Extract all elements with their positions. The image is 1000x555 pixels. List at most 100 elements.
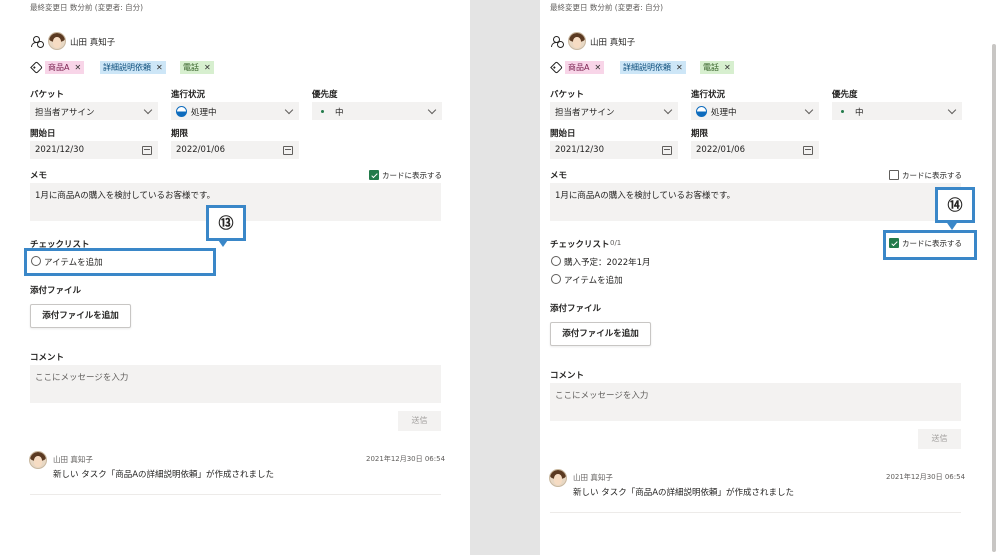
- bucket-label: バケット: [30, 90, 65, 100]
- start-date-value: 2021/12/30: [555, 145, 604, 155]
- chevron-down-icon: [663, 105, 673, 115]
- checklist-label: チェックリスト: [550, 240, 610, 250]
- calendar-icon[interactable]: [803, 146, 813, 155]
- progress-select[interactable]: 処理中: [691, 102, 819, 120]
- add-attachment-button[interactable]: 添付ファイルを追加: [30, 304, 131, 328]
- tag-icon: [30, 61, 43, 74]
- comment-label: コメント: [550, 371, 585, 381]
- due-date-value: 2022/01/06: [696, 145, 745, 155]
- close-icon[interactable]: ✕: [74, 63, 81, 72]
- priority-dot-icon: [841, 110, 844, 113]
- progress-select[interactable]: 処理中: [171, 102, 299, 120]
- start-date-field[interactable]: 2021/12/30: [550, 141, 678, 159]
- close-icon[interactable]: ✕: [204, 63, 211, 72]
- add-item-input[interactable]: アイテムを追加: [564, 274, 623, 286]
- chevron-down-icon: [284, 105, 294, 115]
- start-date-label: 開始日: [550, 129, 576, 139]
- checklist-item-text[interactable]: 購入予定：2022年1月: [564, 256, 651, 268]
- memo-show-on-card-label: カードに表示する: [382, 171, 442, 180]
- send-button[interactable]: 送信: [918, 429, 961, 449]
- bucket-value: 担当者アサイン: [35, 108, 95, 118]
- right-task-panel: 最終変更日 数分前 (変更者: 自分) 山田 真知子 商品A ✕ 詳細説明依頼 ✕ …: [540, 0, 1000, 555]
- chevron-down-icon: [143, 105, 153, 115]
- comment-placeholder: ここにメッセージを入力: [555, 391, 649, 401]
- priority-value: 中: [335, 108, 344, 118]
- tag-label: 詳細説明依頼: [103, 63, 151, 72]
- bucket-select[interactable]: 担当者アサイン: [30, 102, 158, 120]
- activity-name: 山田 真知子: [53, 455, 93, 464]
- memo-show-on-card-checkbox[interactable]: [889, 170, 899, 180]
- tag-product-a[interactable]: 商品A ✕: [565, 61, 605, 74]
- calendar-icon[interactable]: [662, 146, 672, 155]
- close-icon[interactable]: ✕: [724, 63, 731, 72]
- calendar-icon[interactable]: [283, 146, 293, 155]
- memo-label: メモ: [30, 171, 48, 181]
- send-button[interactable]: 送信: [398, 411, 441, 431]
- priority-select[interactable]: 中: [832, 102, 962, 120]
- add-attachment-button[interactable]: 添付ファイルを追加: [550, 322, 651, 346]
- avatar: [29, 451, 47, 469]
- due-date-field[interactable]: 2022/01/06: [171, 141, 299, 159]
- priority-label: 優先度: [832, 90, 858, 100]
- scrollbar[interactable]: [992, 44, 996, 552]
- chevron-down-icon: [804, 105, 814, 115]
- tag-label: 電話: [703, 63, 719, 72]
- tag-label: 電話: [183, 63, 199, 72]
- assignee-name: 山田 真知子: [590, 38, 636, 48]
- due-date-field[interactable]: 2022/01/06: [691, 141, 819, 159]
- outer-background: [470, 0, 540, 555]
- callout-number-13: ⑬: [206, 205, 246, 241]
- calendar-icon[interactable]: [142, 146, 152, 155]
- due-date-label: 期限: [171, 129, 189, 139]
- close-icon[interactable]: ✕: [676, 63, 683, 72]
- tag-icon: [550, 61, 563, 74]
- close-icon[interactable]: ✕: [156, 63, 163, 72]
- due-date-label: 期限: [691, 129, 709, 139]
- avatar: [48, 32, 66, 50]
- memo-show-on-card-checkbox[interactable]: [369, 170, 379, 180]
- comment-textarea[interactable]: ここにメッセージを入力: [30, 365, 441, 403]
- bucket-select[interactable]: 担当者アサイン: [550, 102, 678, 120]
- assignee-name: 山田 真知子: [70, 38, 116, 48]
- checklist-item-circle-icon[interactable]: [551, 256, 561, 266]
- callout-box-14: [883, 230, 977, 260]
- tag-phone[interactable]: 電話 ✕: [700, 61, 734, 74]
- comment-placeholder: ここにメッセージを入力: [35, 373, 129, 383]
- comment-textarea[interactable]: ここにメッセージを入力: [550, 383, 961, 421]
- last-modified-text: 最終変更日 数分前 (変更者: 自分): [30, 3, 144, 12]
- checklist-count: 0/1: [610, 239, 622, 247]
- left-task-panel: 最終変更日 数分前 (変更者: 自分) 山田 真知子 商品A ✕ 詳細説明依頼 ✕ …: [0, 0, 470, 555]
- memo-text: 1月に商品Aの購入を検討しているお客様です。: [35, 191, 216, 201]
- start-date-value: 2021/12/30: [35, 145, 84, 155]
- tag-product-a[interactable]: 商品A ✕: [45, 61, 85, 74]
- memo-textarea[interactable]: 1月に商品Aの購入を検討しているお客様です。: [550, 183, 961, 221]
- priority-select[interactable]: 中: [312, 102, 442, 120]
- progress-label: 進行状況: [171, 90, 206, 100]
- tag-label: 詳細説明依頼: [623, 63, 671, 72]
- tag-detail-request[interactable]: 詳細説明依頼 ✕: [620, 61, 686, 74]
- due-date-value: 2022/01/06: [176, 145, 225, 155]
- add-item-circle-icon: [551, 274, 561, 284]
- progress-half-icon: [176, 106, 187, 117]
- activity-text: 新しい タスク「商品Aの詳細説明依頼」が作成されました: [573, 488, 795, 498]
- close-icon[interactable]: ✕: [594, 63, 601, 72]
- assign-icon[interactable]: [31, 36, 44, 48]
- comment-label: コメント: [30, 353, 65, 363]
- tag-phone[interactable]: 電話 ✕: [180, 61, 214, 74]
- memo-show-on-card-label: カードに表示する: [902, 171, 962, 180]
- divider: [30, 494, 441, 495]
- activity-text: 新しい タスク「商品Aの詳細説明依頼」が作成されました: [53, 470, 275, 480]
- start-date-field[interactable]: 2021/12/30: [30, 141, 158, 159]
- assign-icon[interactable]: [551, 36, 564, 48]
- tag-detail-request[interactable]: 詳細説明依頼 ✕: [100, 61, 166, 74]
- progress-value: 処理中: [711, 108, 737, 118]
- priority-dot-icon: [321, 110, 324, 113]
- callout-number-14: ⑭: [935, 187, 975, 223]
- start-date-label: 開始日: [30, 129, 56, 139]
- activity-name: 山田 真知子: [573, 473, 613, 482]
- chevron-down-icon: [427, 105, 437, 115]
- progress-label: 進行状況: [691, 90, 726, 100]
- tag-label: 商品A: [568, 63, 590, 72]
- activity-time: 2021年12月30日 06:54: [886, 473, 966, 481]
- activity-time: 2021年12月30日 06:54: [366, 455, 446, 463]
